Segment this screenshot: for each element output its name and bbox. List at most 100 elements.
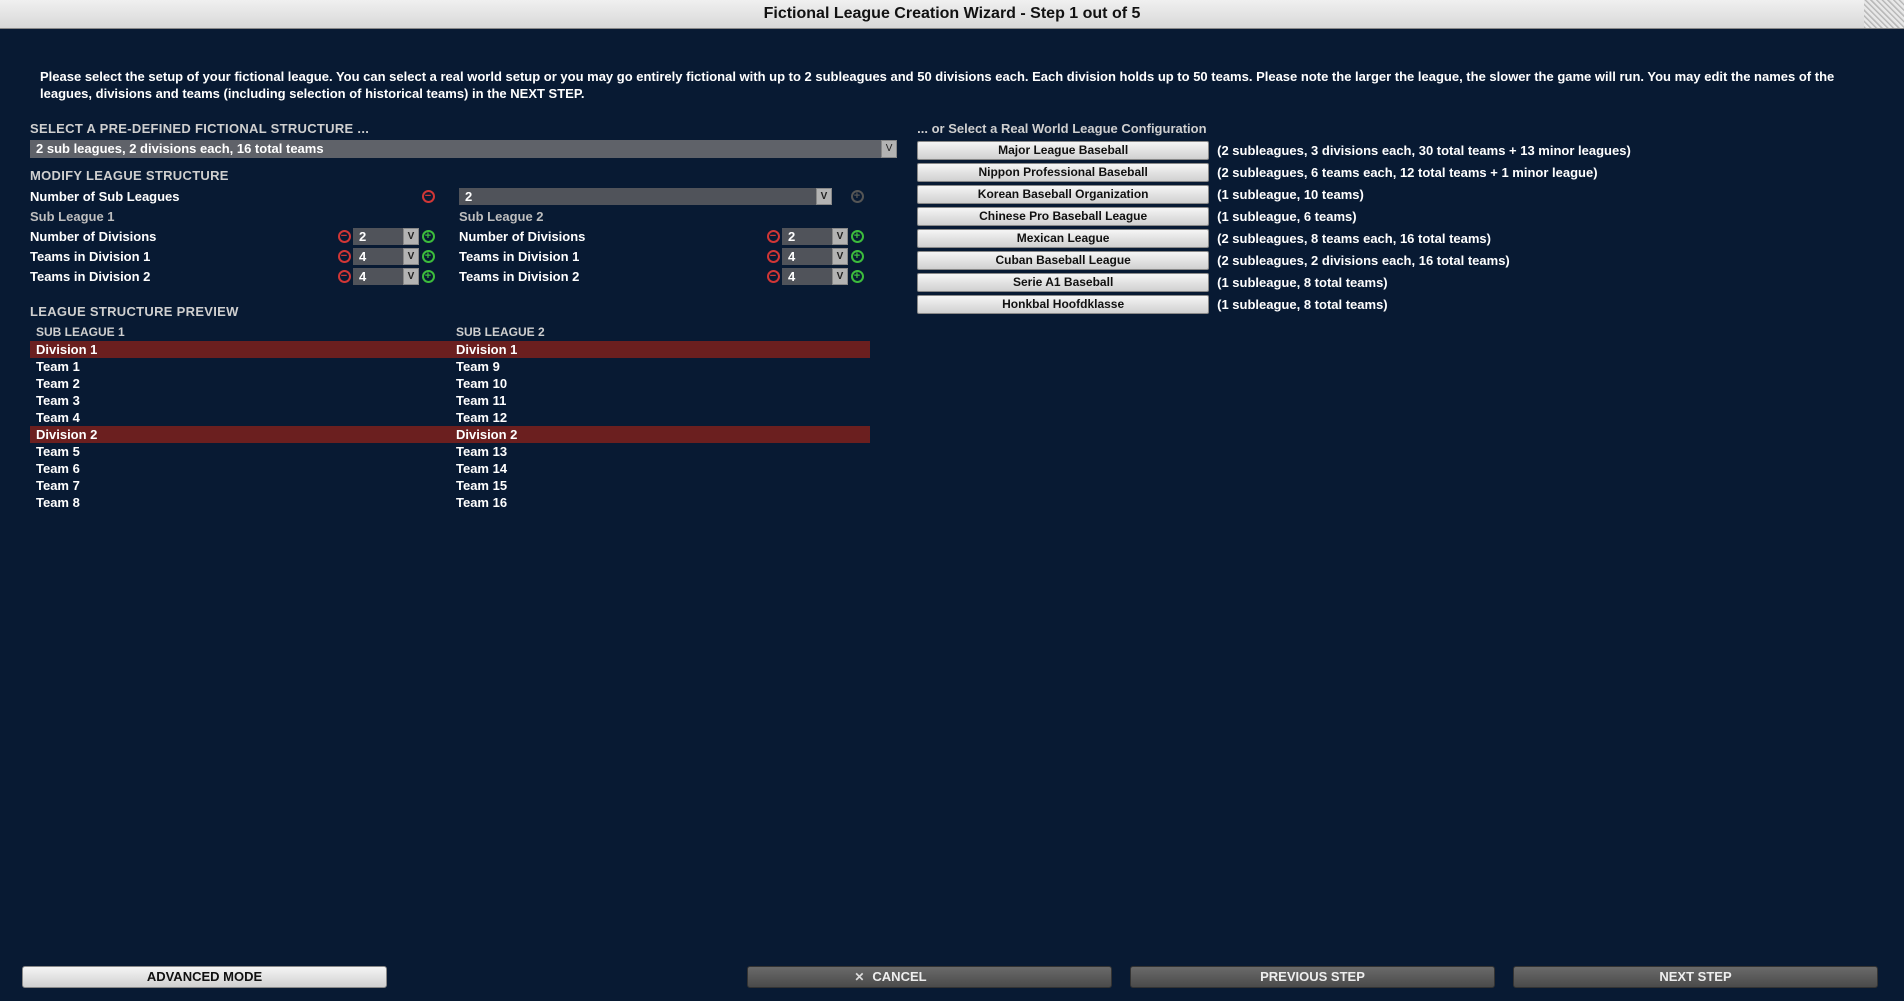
preview-sl2-header: SUB LEAGUE 2	[450, 323, 870, 341]
previous-step-label: PREVIOUS STEP	[1260, 966, 1365, 988]
num-subleagues-value[interactable]: 2	[459, 188, 816, 205]
preview-team: Team 2	[30, 375, 450, 392]
advanced-mode-label: ADVANCED MODE	[147, 966, 262, 988]
realworld-desc: (1 subleague, 6 teams)	[1209, 209, 1356, 224]
chevron-down-icon[interactable]: V	[403, 228, 419, 245]
chevron-down-icon[interactable]: V	[832, 248, 848, 265]
sl2-numdiv-minus[interactable]: −	[764, 227, 782, 245]
preview-sl1-div2: Division 2	[30, 426, 450, 443]
preview-sl2-div2: Division 2	[450, 426, 870, 443]
realworld-row: Nippon Professional Baseball (2 subleagu…	[917, 162, 1874, 184]
cancel-button[interactable]: ✕ CANCEL	[747, 966, 1112, 988]
cancel-label: CANCEL	[872, 966, 926, 988]
sl2-td2-plus[interactable]: +	[848, 267, 866, 285]
wizard-instructions: Please select the setup of your fictiona…	[30, 39, 1874, 111]
next-step-button[interactable]: NEXT STEP	[1513, 966, 1878, 988]
sl1-td2-minus[interactable]: −	[335, 267, 353, 285]
preview-team: Team 14	[450, 460, 870, 477]
preview-team: Team 8	[30, 494, 450, 511]
chevron-down-icon[interactable]: V	[403, 248, 419, 265]
realworld-button-cpbl[interactable]: Chinese Pro Baseball League	[917, 207, 1209, 226]
sl1-td1-label: Teams in Division 1	[30, 247, 335, 266]
sl2-numdiv-value[interactable]: 2	[782, 228, 832, 245]
preview-sl1-div1: Division 1	[30, 341, 450, 358]
chevron-down-icon[interactable]: V	[816, 188, 832, 205]
realworld-row: Chinese Pro Baseball League (1 subleague…	[917, 206, 1874, 228]
realworld-desc: (2 subleagues, 3 divisions each, 30 tota…	[1209, 143, 1631, 158]
sl2-td2-minus[interactable]: −	[764, 267, 782, 285]
sl1-td1-minus[interactable]: −	[335, 247, 353, 265]
realworld-row: Honkbal Hoofdklasse (1 subleague, 8 tota…	[917, 294, 1874, 316]
sl1-numdiv-label: Number of Divisions	[30, 227, 335, 246]
sl2-td1-label: Teams in Division 1	[459, 247, 764, 266]
num-subleagues-plus[interactable]: +	[848, 187, 866, 205]
preview-team: Team 5	[30, 443, 450, 460]
preview-team: Team 11	[450, 392, 870, 409]
num-subleagues-minus[interactable]: −	[419, 187, 437, 205]
chevron-down-icon[interactable]: V	[832, 228, 848, 245]
preview-team: Team 3	[30, 392, 450, 409]
preview-team: Team 4	[30, 409, 450, 426]
realworld-header: ... or Select a Real World League Config…	[917, 111, 1874, 140]
sl1-numdiv-plus[interactable]: +	[419, 227, 437, 245]
realworld-button-seriea1[interactable]: Serie A1 Baseball	[917, 273, 1209, 292]
num-subleagues-label: Number of Sub Leagues	[30, 187, 335, 206]
preview-team: Team 7	[30, 477, 450, 494]
realworld-desc: (2 subleagues, 8 teams each, 16 total te…	[1209, 231, 1491, 246]
subleague-2-header: Sub League 2	[459, 207, 764, 226]
realworld-button-npb[interactable]: Nippon Professional Baseball	[917, 163, 1209, 182]
preview-team: Team 9	[450, 358, 870, 375]
preview-sl1-header: SUB LEAGUE 1	[30, 323, 450, 341]
preview-team: Team 16	[450, 494, 870, 511]
previous-step-button[interactable]: PREVIOUS STEP	[1130, 966, 1495, 988]
window-titlebar: Fictional League Creation Wizard - Step …	[0, 0, 1904, 29]
sl1-td2-plus[interactable]: +	[419, 267, 437, 285]
realworld-row: Serie A1 Baseball (1 subleague, 8 total …	[917, 272, 1874, 294]
sl2-td1-plus[interactable]: +	[848, 247, 866, 265]
predefined-structure-dropdown[interactable]: 2 sub leagues, 2 divisions each, 16 tota…	[30, 140, 897, 158]
sl1-td1-plus[interactable]: +	[419, 247, 437, 265]
predefined-structure-value: 2 sub leagues, 2 divisions each, 16 tota…	[30, 140, 881, 158]
sl2-td2-value[interactable]: 4	[782, 268, 832, 285]
preview-team: Team 10	[450, 375, 870, 392]
chevron-down-icon[interactable]: V	[403, 268, 419, 285]
sl2-td1-minus[interactable]: −	[764, 247, 782, 265]
sl2-numdiv-plus[interactable]: +	[848, 227, 866, 245]
realworld-row: Cuban Baseball League (2 subleagues, 2 d…	[917, 250, 1874, 272]
preview-team: Team 15	[450, 477, 870, 494]
realworld-row: Mexican League (2 subleagues, 8 teams ea…	[917, 228, 1874, 250]
realworld-button-mex[interactable]: Mexican League	[917, 229, 1209, 248]
realworld-desc: (2 subleagues, 2 divisions each, 16 tota…	[1209, 253, 1510, 268]
preview-header: LEAGUE STRUCTURE PREVIEW	[30, 286, 897, 323]
realworld-button-kbo[interactable]: Korean Baseball Organization	[917, 185, 1209, 204]
realworld-desc: (1 subleague, 8 total teams)	[1209, 275, 1388, 290]
sl2-numdiv-label: Number of Divisions	[459, 227, 764, 246]
preview-team: Team 1	[30, 358, 450, 375]
sl1-td2-value[interactable]: 4	[353, 268, 403, 285]
preview-team: Team 13	[450, 443, 870, 460]
realworld-button-cuba[interactable]: Cuban Baseball League	[917, 251, 1209, 270]
preview-team: Team 12	[450, 409, 870, 426]
chevron-down-icon[interactable]: V	[832, 268, 848, 285]
preview-sl2-div1: Division 1	[450, 341, 870, 358]
realworld-button-honkbal[interactable]: Honkbal Hoofdklasse	[917, 295, 1209, 314]
close-icon: ✕	[852, 970, 866, 984]
sl2-td1-value[interactable]: 4	[782, 248, 832, 265]
window-title: Fictional League Creation Wizard - Step …	[764, 5, 1141, 23]
sl2-td2-label: Teams in Division 2	[459, 267, 764, 286]
titlebar-hatching	[1864, 0, 1904, 28]
wizard-footer: ADVANCED MODE ✕ CANCEL PREVIOUS STEP NEX…	[0, 965, 1904, 1001]
chevron-down-icon[interactable]: V	[881, 140, 897, 158]
advanced-mode-button[interactable]: ADVANCED MODE	[22, 966, 387, 988]
sl1-td2-label: Teams in Division 2	[30, 267, 335, 286]
realworld-desc: (1 subleague, 8 total teams)	[1209, 297, 1388, 312]
modify-structure-header: MODIFY LEAGUE STRUCTURE	[30, 158, 897, 187]
sl1-numdiv-minus[interactable]: −	[335, 227, 353, 245]
realworld-desc: (1 subleague, 10 teams)	[1209, 187, 1364, 202]
sl1-numdiv-value[interactable]: 2	[353, 228, 403, 245]
realworld-desc: (2 subleagues, 6 teams each, 12 total te…	[1209, 165, 1597, 180]
realworld-row: Korean Baseball Organization (1 subleagu…	[917, 184, 1874, 206]
predefined-header: SELECT A PRE-DEFINED FICTIONAL STRUCTURE…	[30, 111, 897, 140]
sl1-td1-value[interactable]: 4	[353, 248, 403, 265]
realworld-button-mlb[interactable]: Major League Baseball	[917, 141, 1209, 160]
